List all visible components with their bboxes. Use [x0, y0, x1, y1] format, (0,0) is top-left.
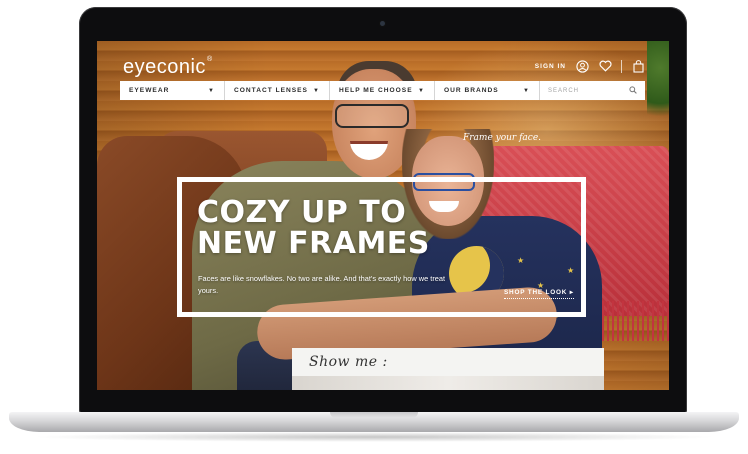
nav-item-label: EYEWEAR [129, 87, 170, 94]
show-me-strip [292, 376, 604, 390]
laptop-shadow [30, 432, 718, 442]
nav-item-help-me-choose[interactable]: HELP ME CHOOSE ▼ [330, 81, 435, 100]
caret-down-icon: ▼ [208, 87, 215, 94]
hero-subtitle: Faces are like snowflakes. No two are al… [198, 274, 446, 295]
plant-image [647, 41, 669, 131]
nav-item-label: CONTACT LENSES [234, 87, 308, 94]
hero-title-line: NEW FRAMES [197, 226, 430, 261]
user-icon[interactable] [575, 59, 589, 73]
nav-item-contact-lenses[interactable]: CONTACT LENSES ▼ [225, 81, 330, 100]
nav-item-our-brands[interactable]: OUR BRANDS ▼ [435, 81, 540, 100]
laptop-notch [330, 412, 418, 418]
main-nav: EYEWEAR ▼ CONTACT LENSES ▼ HELP ME CHOOS… [120, 81, 645, 100]
logo-text: eyeconic [123, 56, 206, 78]
nav-item-eyewear[interactable]: EYEWEAR ▼ [120, 81, 225, 100]
header-divider [621, 59, 622, 73]
shop-the-look-link[interactable]: SHOP THE LOOK ▸ [504, 288, 574, 299]
nav-item-label: HELP ME CHOOSE [339, 87, 413, 94]
search-input[interactable]: SEARCH [540, 81, 645, 100]
hero-title-line: COZY UP TO [197, 195, 407, 230]
site-logo[interactable]: eyeconic® [123, 56, 213, 79]
nav-item-label: OUR BRANDS [444, 87, 499, 94]
show-me-panel: Show me : [292, 348, 604, 390]
website-screen: ★ ★ ★ ★ eyeconic® SIGN IN EYEWEAR ▼ CONT… [97, 41, 669, 390]
caret-down-icon: ▼ [418, 87, 425, 94]
search-placeholder: SEARCH [548, 87, 580, 94]
caret-down-icon: ▼ [313, 87, 320, 94]
caret-down-icon: ▼ [523, 87, 530, 94]
hero-tagline: Frame your face. [463, 133, 542, 143]
search-icon[interactable] [629, 85, 637, 96]
sign-in-link[interactable]: SIGN IN [535, 63, 566, 70]
logo-trademark: ® [206, 56, 213, 63]
show-me-heading: Show me : [309, 354, 388, 370]
man-glasses-image [335, 104, 409, 128]
heart-icon[interactable] [598, 59, 612, 73]
header-actions: SIGN IN [535, 58, 645, 74]
shop-the-look-label: SHOP THE LOOK [504, 289, 568, 296]
hero-title: COZY UP TO NEW FRAMES [197, 197, 477, 259]
arrow-right-icon: ▸ [569, 289, 574, 296]
camera-icon [380, 21, 385, 26]
bag-icon[interactable] [631, 59, 645, 73]
